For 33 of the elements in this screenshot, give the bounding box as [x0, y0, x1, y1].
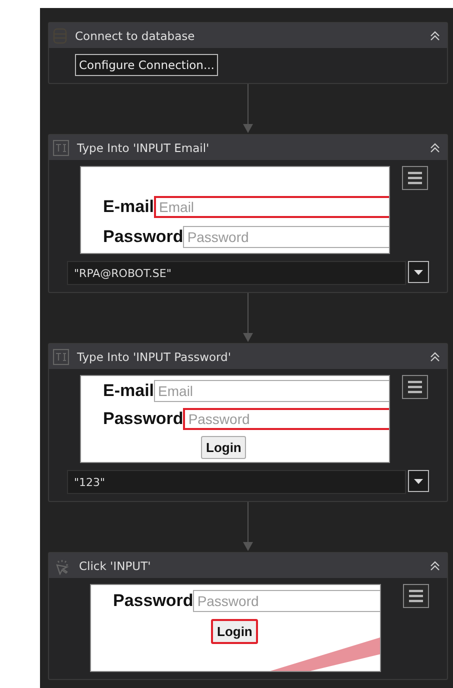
field-label: Password — [113, 591, 194, 611]
input-field: Password — [183, 226, 389, 248]
input-field: Email — [154, 196, 389, 218]
menu-icon[interactable] — [403, 584, 429, 608]
caret-icon — [414, 478, 423, 484]
menu-icon[interactable] — [402, 375, 428, 399]
caret-icon — [414, 270, 423, 274]
field-label: E-mail — [103, 197, 154, 217]
field-label: Password — [103, 409, 184, 429]
value-field[interactable]: "RPA@ROBOT.SE" — [67, 261, 406, 285]
activity-title: Type Into 'INPUT Email' — [77, 140, 210, 154]
input-field: Email — [154, 380, 389, 402]
text-box-icon — [53, 348, 69, 364]
activity-title: Click 'INPUT' — [79, 558, 152, 572]
connector-arrow — [242, 293, 254, 343]
input-field: Password — [183, 408, 389, 430]
activity-title: Connect to database — [75, 28, 196, 42]
collapse-icon[interactable] — [429, 142, 441, 154]
field-label: E-mail — [103, 381, 154, 401]
dropdown-button[interactable] — [408, 261, 429, 283]
input-field: Password — [193, 590, 380, 612]
field-label: Password — [103, 227, 184, 247]
configure-button[interactable]: Configure Connection... — [75, 54, 218, 76]
collapse-icon[interactable] — [429, 350, 441, 362]
connector-arrow — [242, 84, 254, 134]
value-field[interactable]: "123" — [67, 470, 406, 494]
text-box-icon — [53, 140, 69, 156]
activity-title: Type Into 'INPUT Password' — [77, 350, 232, 364]
dropdown-button[interactable] — [408, 470, 429, 492]
collapse-icon[interactable] — [429, 560, 441, 572]
collapse-icon[interactable] — [429, 30, 441, 42]
menu-icon[interactable] — [402, 166, 428, 190]
connector-arrow — [242, 502, 254, 552]
